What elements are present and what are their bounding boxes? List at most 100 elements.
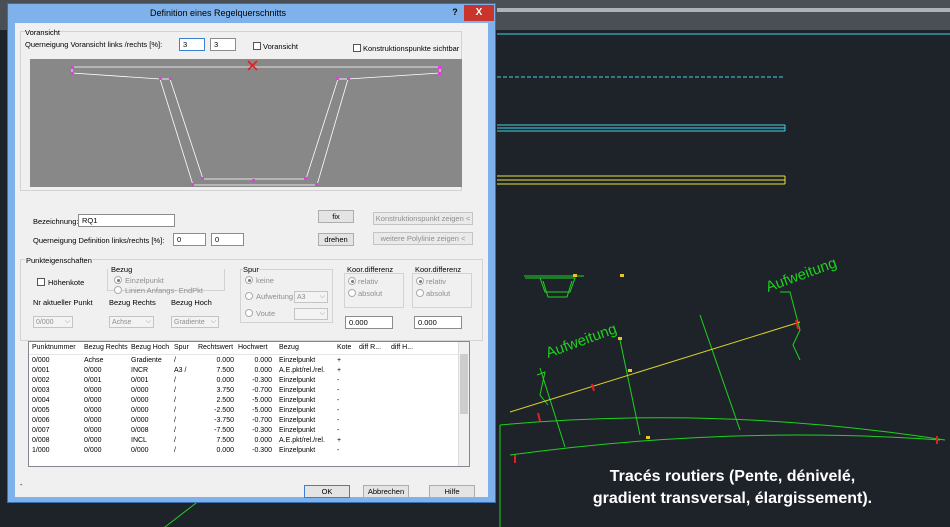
column-header[interactable]: Rechtswert (198, 344, 233, 351)
bezug-single-radio[interactable] (114, 276, 122, 284)
table-cell: 0.000 (254, 357, 272, 364)
cross-section-symbol (524, 275, 584, 298)
table-row[interactable]: 0/005 0/000 0/000 / -2.500 -5.000 Einzelpunkt - (29, 406, 465, 416)
koor1-input[interactable]: 0.000 (345, 316, 393, 329)
help-button[interactable]: Hilfe (429, 485, 475, 498)
koor1-rel-label: relativ (358, 277, 379, 286)
table-cell: - (337, 427, 340, 434)
footer-mark: - (20, 480, 23, 489)
koor1-label: Koor.differenz (347, 265, 394, 274)
voransicht-checkbox[interactable] (253, 42, 261, 50)
bezug-lines-label: Linien Anfangs- EndPkt (125, 286, 203, 295)
dialog-titlebar[interactable]: Definition eines Regelquerschnitts ? X (8, 4, 495, 23)
table-cell: INCR (131, 367, 149, 374)
table-cell: -0.300 (252, 427, 272, 434)
construction-points-checkbox[interactable] (353, 44, 361, 52)
slope-def-right-input[interactable]: 0 (211, 233, 244, 246)
table-cell: + (337, 437, 342, 444)
column-header[interactable]: Spur (174, 344, 189, 351)
table-row[interactable]: 0/008 0/000 INCL / 7.500 0.000 A.E.pkt/rel./re… (29, 436, 465, 446)
table-cell: + (337, 357, 342, 364)
bezug-high-select[interactable]: Gradiente ⌵ (171, 316, 219, 328)
table-row[interactable]: 0/004 0/000 0/000 / 2.500 -5.000 Einzelpunkt - (29, 396, 465, 406)
table-cell: - (337, 387, 340, 394)
table-cell: Einzelpunkt (279, 397, 316, 404)
name-input[interactable]: RQ1 (78, 214, 175, 227)
turn-button[interactable]: drehen (318, 233, 354, 246)
spur-widen-radio[interactable] (245, 292, 253, 300)
column-header[interactable]: Bezug (279, 344, 299, 351)
table-cell: 0.000 (216, 447, 234, 454)
table-row[interactable]: 0/006 0/000 0/000 / -3.750 -0.700 Einzelpunkt - (29, 416, 465, 426)
table-cell: / (174, 377, 176, 384)
table-cell: 0/000 (84, 417, 102, 424)
table-cell: 0.000 (216, 377, 234, 384)
koor2-rel-label: relativ (426, 277, 447, 286)
column-header[interactable]: Punktnummer (32, 344, 76, 351)
slope-def-left-input[interactable]: 0 (173, 233, 206, 246)
current-point-value: 0/000 (36, 319, 54, 326)
table-cell: -2.500 (214, 407, 234, 414)
chevron-down-icon: ⌵ (319, 293, 325, 300)
current-point-select[interactable]: 0/000 ⌵ (33, 316, 73, 328)
table-row[interactable]: 0/001 0/000 INCR A3 / 7.500 0.000 A.E.pkt/rel.… (29, 366, 465, 376)
spur-voute-select[interactable]: ⌵ (294, 308, 328, 320)
spur-none-radio[interactable] (245, 276, 253, 284)
slope-preview-label: Querneigung Voransicht links /rechts [%]… (25, 40, 163, 49)
table-cell: INCL (131, 437, 147, 444)
show-more-polyline-button[interactable]: weitere Polylinie zeigen < (373, 232, 473, 245)
scrollbar-thumb[interactable] (460, 354, 468, 414)
bezug-right-select[interactable]: Achse ⌵ (109, 316, 154, 328)
table-cell: 0/000 (84, 407, 102, 414)
slope-left-input[interactable]: 3 (179, 38, 205, 51)
bezug-high-label: Bezug Hoch (171, 298, 212, 307)
show-construction-point-button[interactable]: Konstruktionspunkt zeigen < (373, 212, 473, 225)
fix-button[interactable]: fix (318, 210, 354, 223)
table-row[interactable]: 1/000 0/000 0/000 / 0.000 -0.300 Einzelpunkt - (29, 446, 465, 456)
table-row[interactable]: 0/000 Achse Gradiente / 0.000 0.000 Einzelpunk… (29, 356, 465, 366)
column-header[interactable]: Bezug Hoch (131, 344, 169, 351)
spur-widen-select[interactable]: A3 ⌵ (294, 291, 328, 303)
table-row[interactable]: 0/007 0/000 0/008 / -7.500 -0.300 Einzelpunkt - (29, 426, 465, 436)
table-scrollbar[interactable] (458, 342, 469, 466)
spur-widen-label: Aufweitung (256, 292, 294, 301)
table-cell: - (337, 417, 340, 424)
table-cell: -5.000 (252, 407, 272, 414)
table-cell: 0/000 (131, 397, 149, 404)
cad-label-aufweitung-left: Aufweitung (544, 320, 620, 361)
koor2-abs-radio[interactable] (416, 289, 424, 297)
column-header[interactable]: Hochwert (238, 344, 268, 351)
preview-group-label: Voransicht (25, 28, 61, 37)
help-icon[interactable]: ? (448, 7, 462, 19)
chevron-down-icon: ⌵ (145, 318, 151, 325)
koor2-input[interactable]: 0.000 (414, 316, 462, 329)
table-cell: / (174, 357, 176, 364)
table-cell: 0/000 (131, 447, 149, 454)
bezug-lines-radio[interactable] (114, 286, 122, 294)
table-cell: - (337, 397, 340, 404)
table-row[interactable]: 0/003 0/000 0/000 / 3.750 -0.700 Einzelpunkt - (29, 386, 465, 396)
name-label: Bezeichnung: (33, 217, 79, 226)
ok-button[interactable]: OK (304, 485, 350, 498)
cancel-button[interactable]: Abbrechen (363, 485, 409, 498)
table-cell: 0/000 (84, 367, 102, 374)
cross-section-preview[interactable] (30, 59, 462, 187)
yellow-markers (573, 274, 650, 439)
koor2-rel-radio[interactable] (416, 277, 424, 285)
table-cell: 1/000 (32, 447, 50, 454)
column-header[interactable]: Kote (337, 344, 351, 351)
spur-voute-radio[interactable] (245, 309, 253, 317)
column-header[interactable]: Bezug Rechts (84, 344, 128, 351)
koor1-rel-radio[interactable] (348, 277, 356, 285)
points-table[interactable]: Punktnummer Bezug Rechts Bezug Hoch Spur Rec… (28, 341, 470, 467)
column-header[interactable]: diff R... (359, 344, 381, 351)
height-checkbox[interactable] (37, 278, 45, 286)
column-header[interactable]: diff H... (391, 344, 413, 351)
bezug-high-value: Gradiente (174, 319, 205, 326)
table-cell: 0/000 (131, 417, 149, 424)
koor2-abs-label: absolut (426, 289, 451, 298)
koor1-abs-radio[interactable] (348, 289, 356, 297)
slope-right-input[interactable]: 3 (210, 38, 236, 51)
close-button[interactable]: X (464, 5, 494, 21)
table-row[interactable]: 0/002 0/001 0/001 / 0.000 -0.300 Einzelpunkt - (29, 376, 465, 386)
